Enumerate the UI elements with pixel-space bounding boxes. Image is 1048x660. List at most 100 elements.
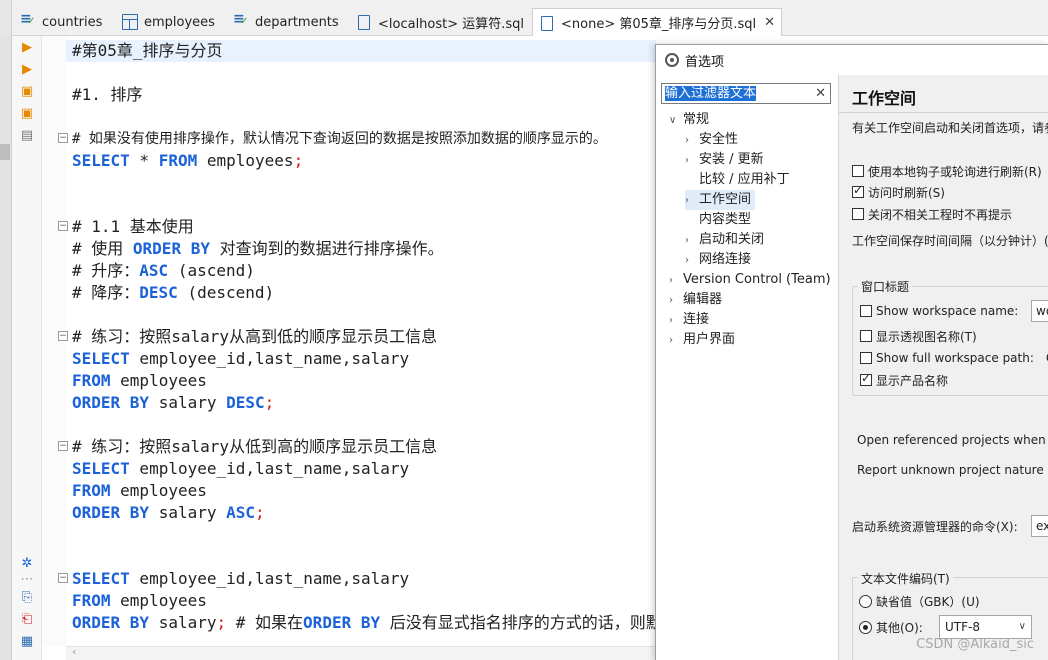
- chevron-right-icon[interactable]: ›: [669, 291, 683, 311]
- nav-label: 安全性: [699, 132, 739, 147]
- code-line: # 练习：按照salary从低到高的顺序显示员工信息: [72, 437, 438, 456]
- tab-operators-sql[interactable]: <localhost> 运算符.sql: [356, 8, 524, 36]
- settings-gear-icon[interactable]: ✲: [20, 556, 34, 572]
- chevron-right-icon[interactable]: ›: [685, 191, 699, 211]
- refresh-on-access-checkbox[interactable]: 访问时刷新(S): [852, 183, 945, 201]
- nav-item-startup-shutdown[interactable]: › 启动和关闭: [685, 230, 764, 250]
- code-line: # 1.1 基本使用: [72, 217, 194, 236]
- show-workspace-name-checkbox[interactable]: Show workspace name:: [860, 302, 1018, 320]
- tab-departments[interactable]: departments: [233, 8, 339, 36]
- fold-marker[interactable]: −: [58, 331, 68, 341]
- explorer-command-field[interactable]: ex: [1031, 515, 1048, 537]
- tab-label: employees: [144, 14, 215, 30]
- checkbox-label: 关闭不相关工程时不再提示: [868, 207, 1013, 222]
- code-line: FROM employees: [72, 591, 207, 610]
- code-line: SELECT employee_id,last_name,salary: [72, 349, 410, 368]
- fold-marker[interactable]: −: [58, 573, 68, 583]
- left-side-strip: [0, 36, 12, 660]
- tab-sorting-sql[interactable]: <none> 第05章_排序与分页.sql ✕: [532, 8, 783, 36]
- nav-label: 启动和关闭: [699, 232, 765, 247]
- encoding-default-radio[interactable]: 缺省值（GBK）(U): [859, 592, 980, 610]
- explain-plan-icon[interactable]: ▤: [20, 128, 34, 144]
- watermark: CSDN @Alkaid_sic: [916, 637, 1034, 652]
- code-line: # 使用 ORDER BY 对查询到的数据进行排序操作。: [72, 239, 444, 258]
- open-referenced-projects-label: Open referenced projects when a: [857, 433, 1048, 447]
- nav-item-user-interface[interactable]: › 用户界面: [669, 330, 735, 350]
- output-icon[interactable]: ▦: [20, 634, 34, 650]
- chevron-down-icon: ∨: [1018, 621, 1026, 632]
- code-line: # 如果没有使用排序操作，默认情况下查询返回的数据是按照添加数据的顺序显示的。: [72, 131, 607, 147]
- show-perspective-name-checkbox[interactable]: 显示透视图名称(T): [860, 327, 977, 345]
- tab-employees[interactable]: employees: [122, 8, 215, 36]
- nav-item-workspace[interactable]: › 工作空间: [685, 190, 756, 211]
- fold-marker[interactable]: −: [58, 441, 68, 451]
- encoding-select[interactable]: UTF-8 ∨: [939, 615, 1032, 639]
- execute-script-new-tab-icon[interactable]: ▣: [20, 106, 34, 122]
- dialog-title-bar[interactable]: 首选项: [656, 45, 1048, 75]
- show-product-name-checkbox[interactable]: 显示产品名称: [860, 371, 948, 389]
- chevron-right-icon[interactable]: ›: [669, 311, 683, 331]
- chevron-right-icon[interactable]: ›: [685, 131, 699, 151]
- nav-item-general[interactable]: ∨ 常规: [669, 110, 709, 130]
- chevron-right-icon[interactable]: ›: [685, 231, 699, 251]
- strip-marker: [0, 144, 10, 160]
- close-unrelated-prompt-checkbox[interactable]: 关闭不相关工程时不再提示: [852, 205, 1012, 223]
- execute-script-icon[interactable]: ▣: [20, 84, 34, 100]
- editor-toolbar: ▶ ▶ ▣ ▣ ▤ ✲ ⋯ ⎘ ⎗ ▦: [12, 36, 42, 660]
- script-icon: [356, 14, 372, 30]
- sql-file-icon: [20, 11, 36, 30]
- code-line: ORDER BY salary ASC;: [72, 503, 265, 522]
- close-tab-icon[interactable]: ✕: [764, 15, 775, 30]
- workspace-name-field[interactable]: wo: [1031, 300, 1048, 322]
- nav-item-editors[interactable]: › 编辑器: [669, 290, 722, 310]
- refresh-native-hooks-checkbox[interactable]: 使用本地钩子或轮询进行刷新(R): [852, 162, 1042, 180]
- nav-item-connections[interactable]: › 连接: [669, 310, 709, 330]
- import-icon[interactable]: ⎗: [20, 612, 34, 628]
- chevron-down-icon[interactable]: ∨: [669, 111, 683, 131]
- nav-item-security[interactable]: › 安全性: [685, 130, 738, 150]
- nav-item-version-control[interactable]: › Version Control (Team): [669, 270, 831, 290]
- code-line: ORDER BY salary; # 如果在ORDER BY 后没有显式指名排序…: [72, 613, 656, 632]
- chevron-right-icon[interactable]: ›: [669, 331, 683, 351]
- filter-input[interactable]: 输入过滤器文本 ✕: [661, 83, 831, 104]
- nav-label: 安装 / 更新: [699, 152, 764, 167]
- preferences-dialog: 首选项 输入过滤器文本 ✕ ∨ 常规 › 安全性 › 安装 / 更新 比较 / 应用补…: [655, 44, 1048, 660]
- chevron-right-icon[interactable]: ›: [685, 151, 699, 171]
- more-dots-icon[interactable]: ⋯: [20, 572, 34, 588]
- preferences-nav: 输入过滤器文本 ✕ ∨ 常规 › 安全性 › 安装 / 更新 比较 / 应用补丁 › 工…: [656, 75, 839, 660]
- fold-marker[interactable]: −: [58, 133, 68, 143]
- execute-new-tab-icon[interactable]: ▶: [20, 62, 34, 78]
- save-interval-label: 工作空间保存时间间隔（以分钟计）(: [852, 234, 1048, 248]
- fold-marker[interactable]: −: [58, 221, 68, 231]
- pane-title: 工作空间: [852, 89, 917, 108]
- code-line: SELECT employee_id,last_name,salary: [72, 459, 410, 478]
- scroll-left-icon[interactable]: ‹: [72, 645, 76, 658]
- tab-countries[interactable]: countries: [20, 8, 102, 36]
- nav-item-network[interactable]: › 网络连接: [685, 250, 751, 270]
- chevron-right-icon[interactable]: ›: [685, 251, 699, 271]
- execute-icon[interactable]: ▶: [20, 40, 34, 56]
- nav-item-content-types[interactable]: 内容类型: [685, 210, 751, 230]
- nav-item-install-update[interactable]: › 安装 / 更新: [685, 150, 764, 170]
- show-full-workspace-path-checkbox[interactable]: Show full workspace path:C: [860, 349, 1048, 367]
- explorer-command-label: 启动系统资源管理器的命令(X):: [852, 520, 1018, 534]
- code-line: SELECT * FROM employees;: [72, 151, 304, 170]
- code-line: #第05章_排序与分页: [72, 41, 223, 60]
- encoding-other-radio[interactable]: 其他(O):: [859, 618, 923, 636]
- export-icon[interactable]: ⎘: [20, 590, 34, 606]
- checkbox-label: Show full workspace path:: [876, 351, 1034, 365]
- fold-gutter: [42, 36, 66, 646]
- nav-item-compare-patch[interactable]: 比较 / 应用补丁: [685, 170, 790, 190]
- checkbox-label: 访问时刷新(S): [868, 185, 945, 200]
- chevron-right-icon[interactable]: ›: [669, 271, 683, 291]
- sql-editor[interactable]: #第05章_排序与分页 #1. 排序 # 如果没有使用排序操作，默认情况下查询返…: [66, 36, 656, 646]
- filter-text: 输入过滤器文本: [665, 86, 757, 101]
- checkbox-label: 使用本地钩子或轮询进行刷新(R): [868, 164, 1042, 179]
- horizontal-scrollbar[interactable]: ‹: [66, 645, 656, 660]
- editor-tab-bar: countries employees departments <localho…: [0, 0, 1048, 36]
- clear-filter-icon[interactable]: ✕: [815, 84, 826, 103]
- code-line: # 练习：按照salary从高到低的顺序显示员工信息: [72, 327, 438, 346]
- nav-label: 网络连接: [699, 252, 752, 267]
- window-title-group-label: 窗口标题: [858, 278, 913, 295]
- code-line: # 降序：DESC (descend): [72, 283, 275, 302]
